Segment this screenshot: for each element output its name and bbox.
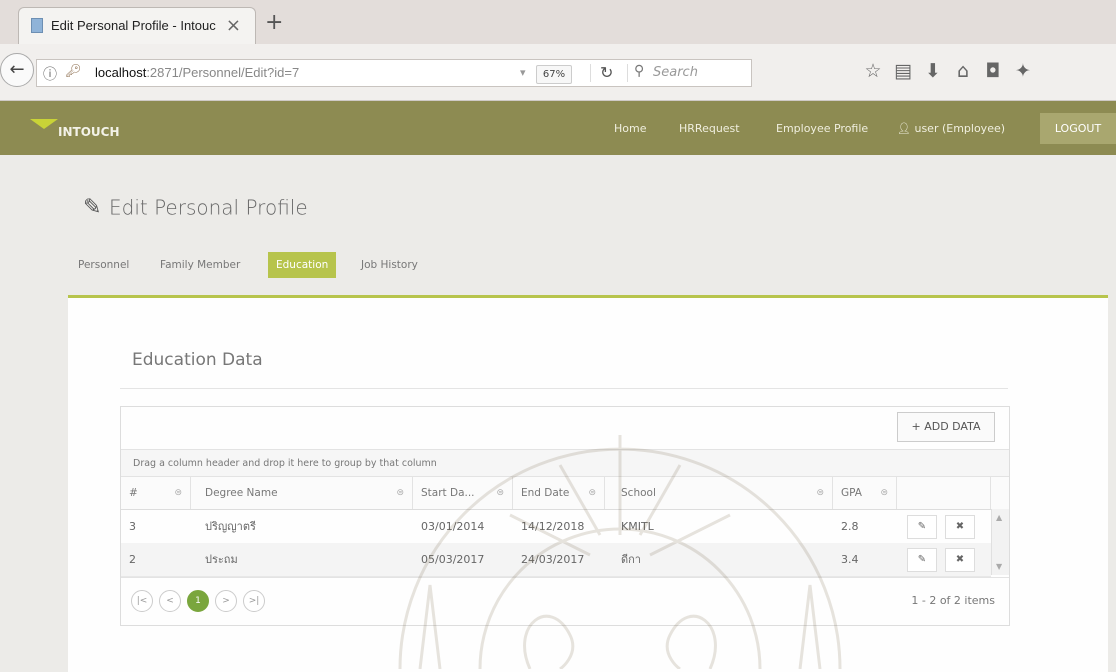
column-header-end-date[interactable]: End Date ⊜ <box>513 477 605 509</box>
delete-row-button[interactable]: ✖ <box>945 548 975 572</box>
filter-icon[interactable]: ⊜ <box>496 477 504 509</box>
divider <box>120 388 1008 389</box>
scroll-down-icon[interactable]: ▼ <box>996 562 1002 571</box>
tab-job-history[interactable]: Job History <box>361 252 418 278</box>
pager: |< < 1 > >| 1 - 2 of 2 items <box>121 577 1009 626</box>
address-bar[interactable]: ⓘ 🔑︎ localhost:2871/Personnel/Edit?id=7 … <box>36 59 752 87</box>
vertical-scrollbar[interactable]: ▲ ▼ <box>991 509 1009 575</box>
close-tab-icon[interactable]: × <box>226 15 241 36</box>
column-header-actions <box>897 477 991 509</box>
section-title: Education Data <box>132 350 263 370</box>
reload-icon[interactable]: ↻ <box>600 63 613 82</box>
cell-start-date: 05/03/2017 <box>421 553 485 566</box>
column-header-start-date[interactable]: Start Da... ⊜ <box>413 477 513 509</box>
clipboard-icon[interactable]: ▤ <box>888 60 918 82</box>
cell-degree: ปริญญาตรี <box>205 520 256 533</box>
browser-navbar: ← ⓘ 🔑︎ localhost:2871/Personnel/Edit?id=… <box>0 44 1116 101</box>
nav-employee-profile[interactable]: Employee Profile <box>776 122 868 135</box>
table-row[interactable]: 2 ประถม 05/03/2017 24/03/2017 ดีกา 3.4 ✎… <box>121 543 991 577</box>
new-tab-button[interactable]: + <box>265 10 283 35</box>
cell-start-date: 03/01/2014 <box>421 520 485 533</box>
cell-end-date: 14/12/2018 <box>521 520 585 533</box>
cell-degree: ประถม <box>205 553 238 566</box>
cell-gpa: 2.8 <box>841 520 859 533</box>
filter-icon[interactable]: ⊜ <box>174 477 182 509</box>
divider <box>590 64 591 82</box>
pocket-icon[interactable]: ◘ <box>978 60 1008 82</box>
search-input[interactable]: Search <box>653 65 698 80</box>
back-arrow-icon[interactable]: ← <box>0 53 34 87</box>
user-icon: 👤︎ <box>897 122 911 135</box>
add-data-button[interactable]: + ADD DATA <box>897 412 995 442</box>
column-header-school[interactable]: School ⊜ <box>605 477 833 509</box>
star-icon[interactable]: ☆ <box>858 60 888 82</box>
cell-end-date: 24/03/2017 <box>521 553 585 566</box>
nav-home[interactable]: Home <box>614 122 646 135</box>
extension-icon[interactable]: ✦ <box>1008 60 1038 82</box>
page-1-button[interactable]: 1 <box>187 590 209 612</box>
tab-title: Edit Personal Profile - Intouc <box>51 18 216 33</box>
edit-row-button[interactable]: ✎ <box>907 515 937 539</box>
next-page-button[interactable]: > <box>215 590 237 612</box>
pencil-icon: ✎ <box>917 521 927 532</box>
pencil-icon: ✎ <box>917 554 927 565</box>
url-text[interactable]: localhost:2871/Personnel/Edit?id=7 <box>95 65 299 80</box>
pager-info: 1 - 2 of 2 items <box>911 594 995 607</box>
filter-icon[interactable]: ⊜ <box>816 477 824 509</box>
prev-page-button[interactable]: < <box>159 590 181 612</box>
logout-button[interactable]: LOGOUT <box>1040 113 1116 144</box>
delete-row-button[interactable]: ✖ <box>945 515 975 539</box>
last-page-button[interactable]: >| <box>243 590 265 612</box>
first-page-button[interactable]: |< <box>131 590 153 612</box>
cell-id: 3 <box>129 520 136 533</box>
info-icon[interactable]: ⓘ <box>43 64 57 84</box>
nav-user[interactable]: 👤︎ user (Employee) <box>897 122 1005 135</box>
logo-text: INTOUCH <box>58 125 120 139</box>
x-icon: ✖ <box>955 521 965 532</box>
browser-tab[interactable]: Edit Personal Profile - Intouc × <box>18 7 256 44</box>
zoom-indicator[interactable]: 67% <box>536 65 572 84</box>
tab-family-member[interactable]: Family Member <box>160 252 240 278</box>
column-header-gpa[interactable]: GPA ⊜ <box>833 477 897 509</box>
education-grid: + ADD DATA Drag a column header and drop… <box>120 406 1010 626</box>
tab-personnel[interactable]: Personnel <box>78 252 129 278</box>
search-icon: ⚲ <box>634 63 645 79</box>
scroll-up-icon[interactable]: ▲ <box>996 513 1002 522</box>
chevron-down-icon[interactable]: ▾ <box>520 66 526 79</box>
key-icon: 🔑︎ <box>65 64 82 79</box>
divider <box>627 64 628 82</box>
logo-mark-icon <box>30 119 58 129</box>
nav-hrrequest[interactable]: HRRequest <box>679 122 740 135</box>
column-header-id[interactable]: # ⊜ <box>121 477 191 509</box>
pencil-icon: ✎ <box>83 195 102 220</box>
cell-gpa: 3.4 <box>841 553 859 566</box>
download-icon[interactable]: ⬇ <box>918 60 948 82</box>
cell-school: KMITL <box>621 520 654 533</box>
browser-tabstrip: Edit Personal Profile - Intouc × + <box>0 0 1116 44</box>
x-icon: ✖ <box>955 554 965 565</box>
edit-row-button[interactable]: ✎ <box>907 548 937 572</box>
toolbar-icons: ☆ ▤ ⬇ ⌂ ◘ ✦ <box>858 60 1038 82</box>
cell-school: ดีกา <box>621 553 641 566</box>
group-drop-area[interactable]: Drag a column header and drop it here to… <box>121 449 1009 477</box>
page-favicon-icon <box>31 18 43 33</box>
app-header: INTOUCH Home HRRequest Employee Profile … <box>0 101 1116 155</box>
filter-icon[interactable]: ⊜ <box>880 477 888 509</box>
page-title: ✎ Edit Personal Profile <box>83 195 308 220</box>
grid-header: # ⊜ Degree Name ⊜ Start Da... ⊜ End Date ⊜ S… <box>121 477 1009 510</box>
table-row[interactable]: 3 ปริญญาตรี 03/01/2014 14/12/2018 KMITL … <box>121 510 991 544</box>
cell-id: 2 <box>129 553 136 566</box>
filter-icon[interactable]: ⊜ <box>396 477 404 509</box>
column-header-degree[interactable]: Degree Name ⊜ <box>191 477 413 509</box>
filter-icon[interactable]: ⊜ <box>588 477 596 509</box>
tab-education[interactable]: Education <box>268 252 337 278</box>
home-icon[interactable]: ⌂ <box>948 60 978 82</box>
education-panel: Education Data + ADD DATA Drag a column … <box>68 295 1108 672</box>
